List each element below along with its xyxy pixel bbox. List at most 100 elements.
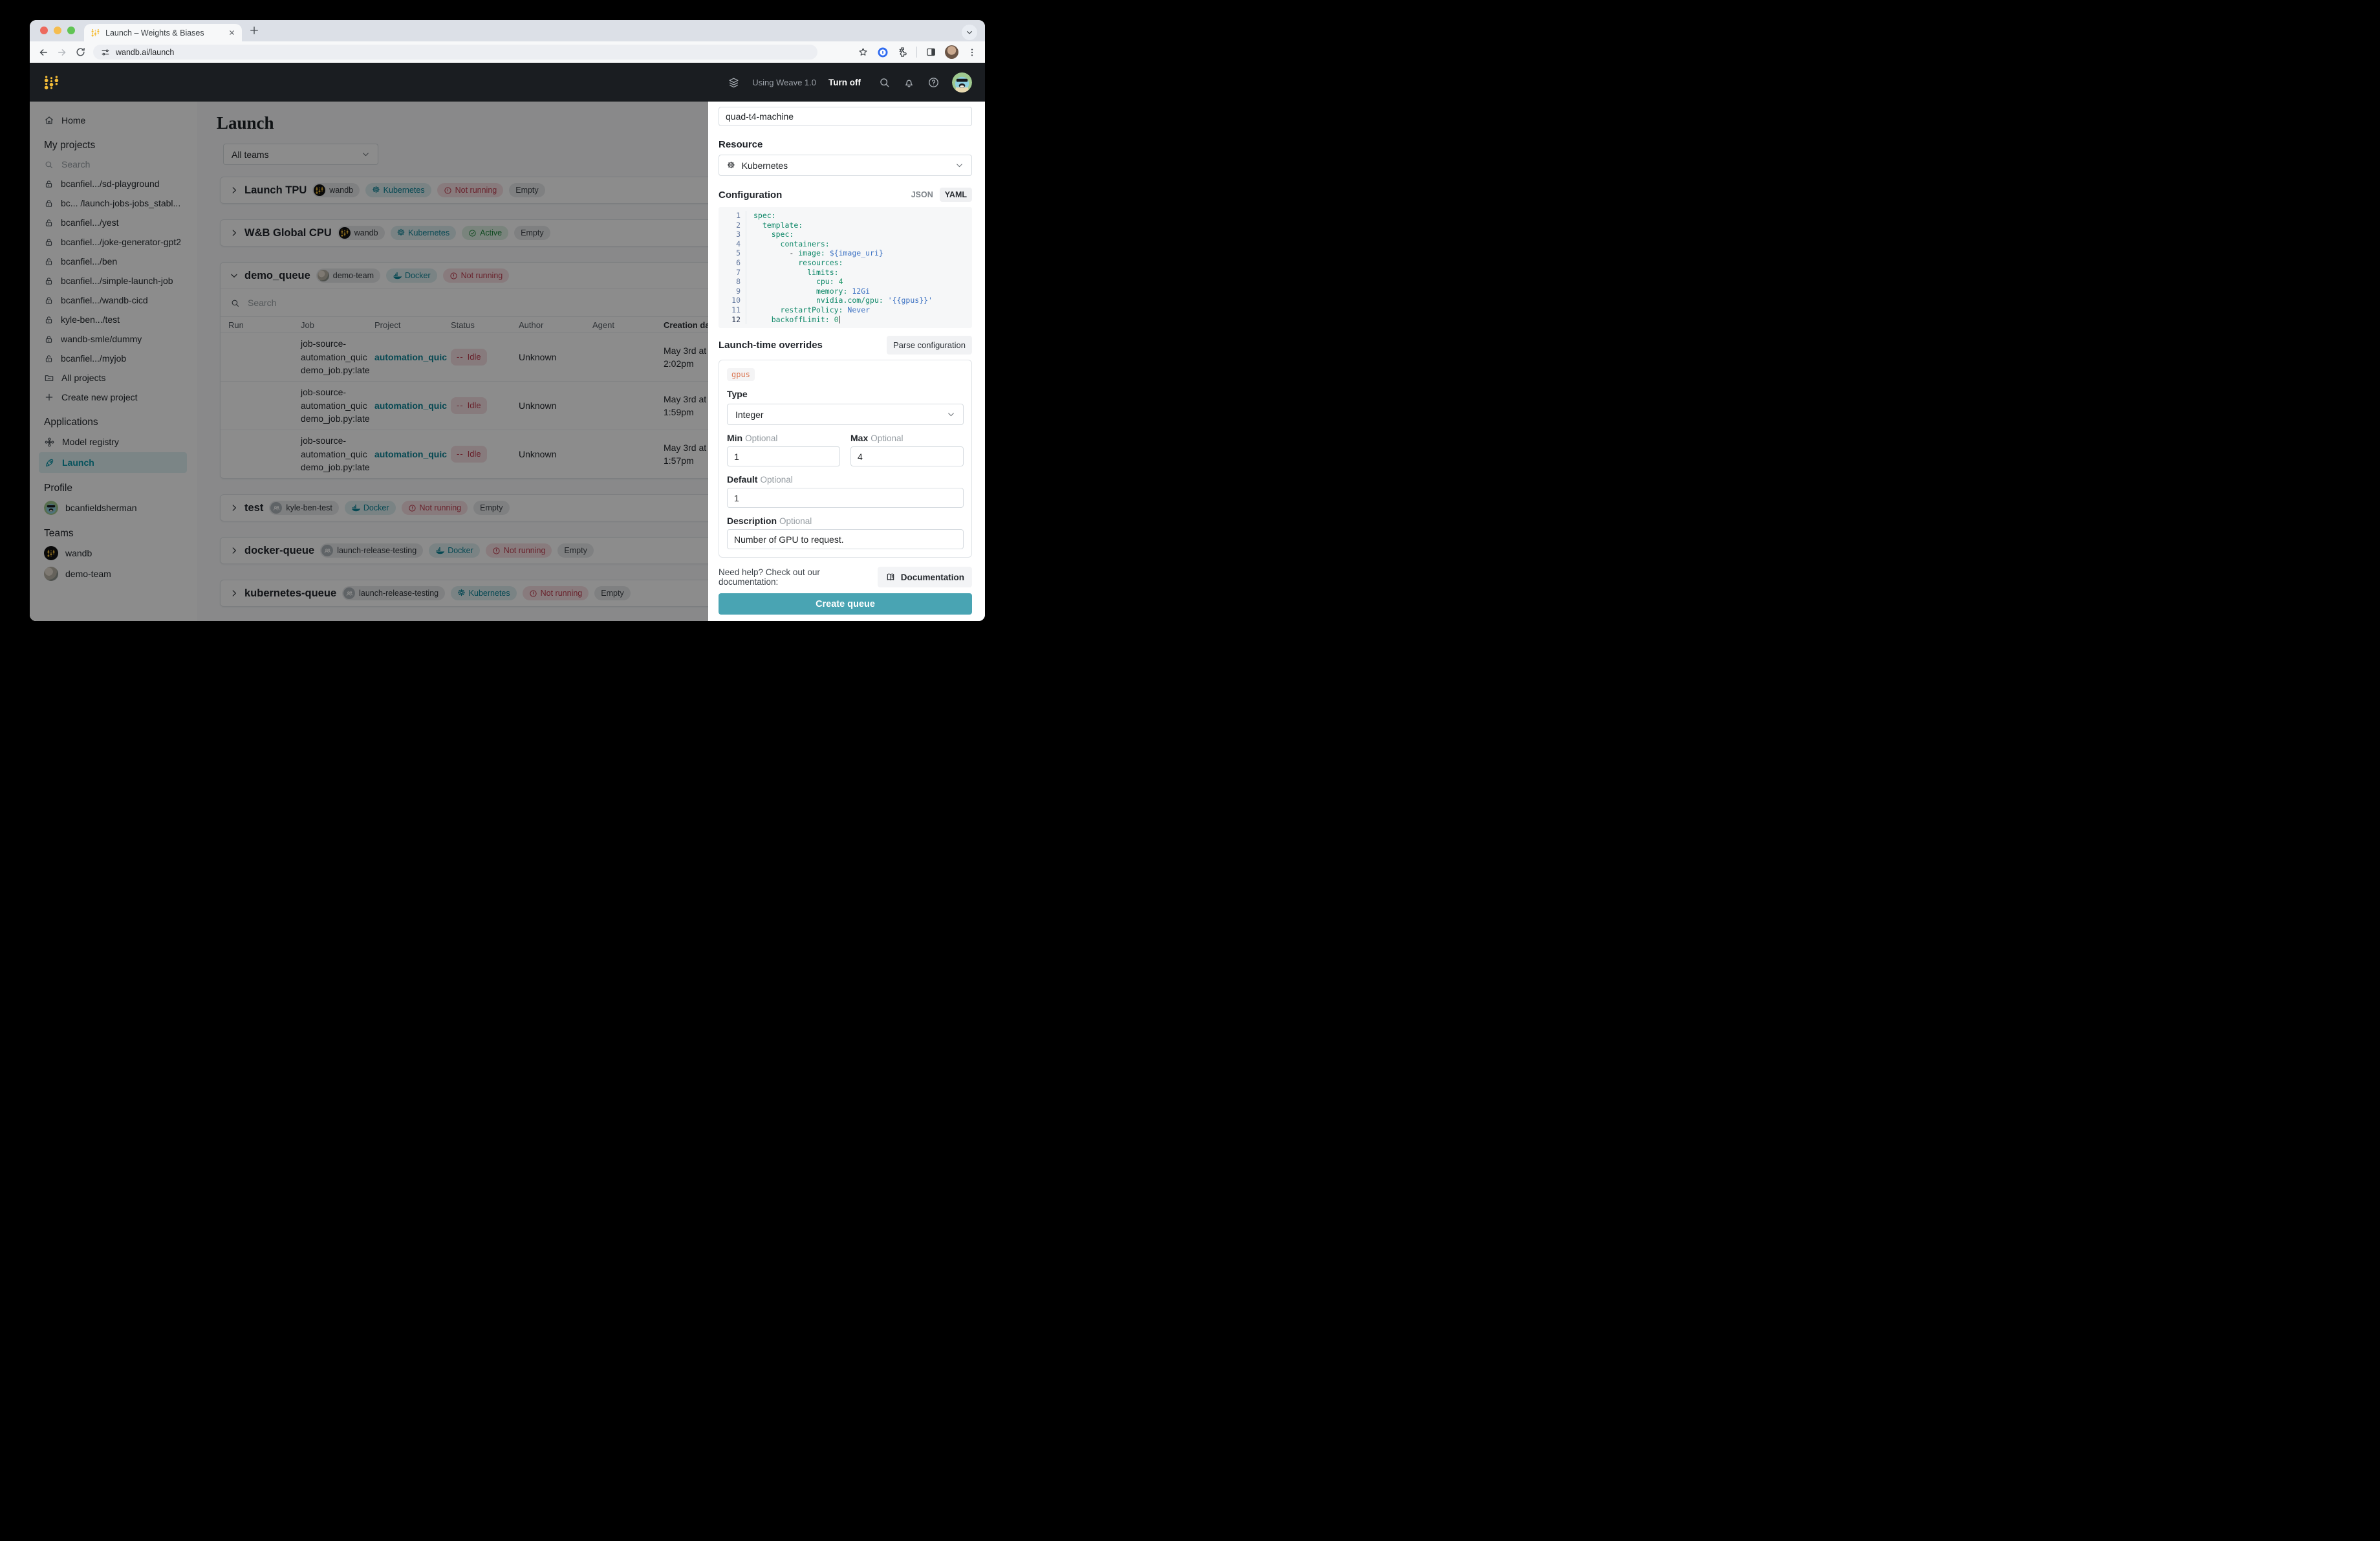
line-number: 9 bbox=[719, 287, 746, 296]
code-line: 12 backoffLimit: 0 bbox=[719, 315, 972, 325]
extensions-puzzle-icon[interactable] bbox=[897, 47, 908, 58]
code-line: 4 containers: bbox=[719, 239, 972, 249]
default-label: DefaultOptional bbox=[727, 474, 964, 485]
url-text: wandb.ai/launch bbox=[116, 48, 174, 57]
code-line: 2 template: bbox=[719, 221, 972, 230]
browser-profile-avatar[interactable] bbox=[945, 45, 958, 59]
code-token: resources: bbox=[798, 258, 843, 267]
format-json-toggle[interactable]: JSON bbox=[908, 188, 936, 202]
parse-configuration-button[interactable]: Parse configuration bbox=[887, 336, 972, 355]
tab-close-icon[interactable] bbox=[228, 29, 235, 36]
code-token: image: bbox=[798, 248, 825, 257]
browser-tab[interactable]: Launch – Weights & Biases bbox=[84, 24, 242, 41]
code-text: spec: bbox=[753, 230, 794, 239]
code-token: spec: bbox=[753, 211, 776, 220]
create-queue-drawer: Resource ☸ Kubernetes Configuration JSON… bbox=[708, 102, 985, 621]
toolbar-actions bbox=[858, 45, 977, 59]
code-line: 3 spec: bbox=[719, 230, 972, 239]
code-token bbox=[753, 230, 772, 239]
kubernetes-icon: ☸ bbox=[727, 161, 735, 170]
line-number: 7 bbox=[719, 268, 746, 278]
browser-toolbar: wandb.ai/launch bbox=[30, 41, 985, 63]
code-token: 12Gi bbox=[852, 287, 870, 296]
code-token: limits: bbox=[807, 268, 838, 277]
min-input[interactable] bbox=[727, 446, 840, 466]
password-manager-icon[interactable] bbox=[877, 47, 889, 58]
code-token bbox=[830, 315, 834, 324]
queue-name-input[interactable] bbox=[719, 107, 972, 126]
site-settings-icon[interactable] bbox=[101, 48, 110, 57]
min-label: MinOptional bbox=[727, 433, 840, 443]
user-avatar[interactable] bbox=[952, 72, 972, 93]
forward-button[interactable] bbox=[56, 47, 68, 58]
code-token: memory: bbox=[816, 287, 847, 296]
code-token: nvidia.com/gpu: bbox=[816, 296, 883, 305]
code-token bbox=[753, 239, 781, 248]
line-number: 5 bbox=[719, 248, 746, 258]
line-number: 2 bbox=[719, 221, 746, 230]
code-line: 11 restartPolicy: Never bbox=[719, 305, 972, 315]
line-number: 4 bbox=[719, 239, 746, 249]
documentation-button[interactable]: Documentation bbox=[878, 567, 972, 587]
code-token bbox=[753, 305, 781, 314]
chevron-down-icon bbox=[947, 410, 955, 419]
configuration-code-editor[interactable]: 1spec:2 template:3 spec:4 containers:5 -… bbox=[719, 207, 972, 328]
code-token: Never bbox=[847, 305, 870, 314]
close-window-button[interactable] bbox=[40, 27, 48, 34]
type-select[interactable]: Integer bbox=[727, 404, 964, 425]
code-line: 5 - image: ${image_uri} bbox=[719, 248, 972, 258]
book-icon bbox=[885, 572, 896, 582]
search-icon[interactable] bbox=[878, 76, 891, 89]
code-token: template: bbox=[763, 221, 803, 230]
minimize-window-button[interactable] bbox=[54, 27, 61, 34]
page-content: Home My projects bcanfiel.../sd-playgrou… bbox=[30, 102, 985, 621]
code-text: resources: bbox=[753, 258, 843, 268]
resource-label: Resource bbox=[719, 139, 972, 150]
resource-select[interactable]: ☸ Kubernetes bbox=[719, 155, 972, 176]
code-token: restartPolicy: bbox=[781, 305, 843, 314]
traffic-lights bbox=[40, 27, 75, 34]
tab-search-button[interactable] bbox=[962, 25, 977, 40]
new-tab-button[interactable] bbox=[248, 25, 260, 36]
browser-window: Launch – Weights & Biases wandb.ai/launc… bbox=[30, 20, 985, 621]
line-number: 8 bbox=[719, 277, 746, 287]
line-number: 3 bbox=[719, 230, 746, 239]
override-param-card: gpus Type Integer MinOptional MaxOptiona… bbox=[719, 360, 972, 558]
browser-menu-icon[interactable] bbox=[967, 47, 977, 58]
back-button[interactable] bbox=[38, 47, 49, 58]
notifications-bell-icon[interactable] bbox=[903, 76, 915, 89]
code-text: memory: 12Gi bbox=[753, 287, 870, 296]
default-input[interactable] bbox=[727, 488, 964, 508]
code-token bbox=[753, 221, 763, 230]
code-text: containers: bbox=[753, 239, 830, 249]
format-yaml-toggle[interactable]: YAML bbox=[940, 188, 972, 202]
side-panel-icon[interactable] bbox=[925, 47, 936, 58]
code-token bbox=[825, 248, 830, 257]
help-text: Need help? Check out our documentation: bbox=[719, 567, 878, 587]
help-icon[interactable] bbox=[927, 76, 940, 89]
code-token bbox=[753, 258, 798, 267]
code-text: nvidia.com/gpu: '{{gpus}}' bbox=[753, 296, 933, 305]
zoom-window-button[interactable] bbox=[67, 27, 75, 34]
code-token bbox=[753, 287, 816, 296]
description-input[interactable] bbox=[727, 529, 964, 549]
code-text: - image: ${image_uri} bbox=[753, 248, 883, 258]
code-line: 1spec: bbox=[719, 211, 972, 221]
configuration-label: Configuration bbox=[719, 190, 782, 201]
wandb-logo[interactable] bbox=[43, 74, 60, 91]
chevron-down-icon bbox=[955, 161, 964, 169]
reload-button[interactable] bbox=[75, 47, 86, 58]
text-cursor bbox=[839, 316, 840, 323]
code-line: 7 limits: bbox=[719, 268, 972, 278]
code-token: ${image_uri} bbox=[830, 248, 883, 257]
line-number: 6 bbox=[719, 258, 746, 268]
max-label: MaxOptional bbox=[850, 433, 964, 443]
line-number: 11 bbox=[719, 305, 746, 315]
create-queue-button[interactable]: Create queue bbox=[719, 593, 972, 615]
bookmark-star-icon[interactable] bbox=[858, 47, 869, 58]
code-text: template: bbox=[753, 221, 803, 230]
desktop-background: Launch – Weights & Biases wandb.ai/launc… bbox=[0, 0, 1014, 657]
weave-turn-off-button[interactable]: Turn off bbox=[828, 78, 861, 87]
address-bar[interactable]: wandb.ai/launch bbox=[93, 45, 817, 60]
max-input[interactable] bbox=[850, 446, 964, 466]
